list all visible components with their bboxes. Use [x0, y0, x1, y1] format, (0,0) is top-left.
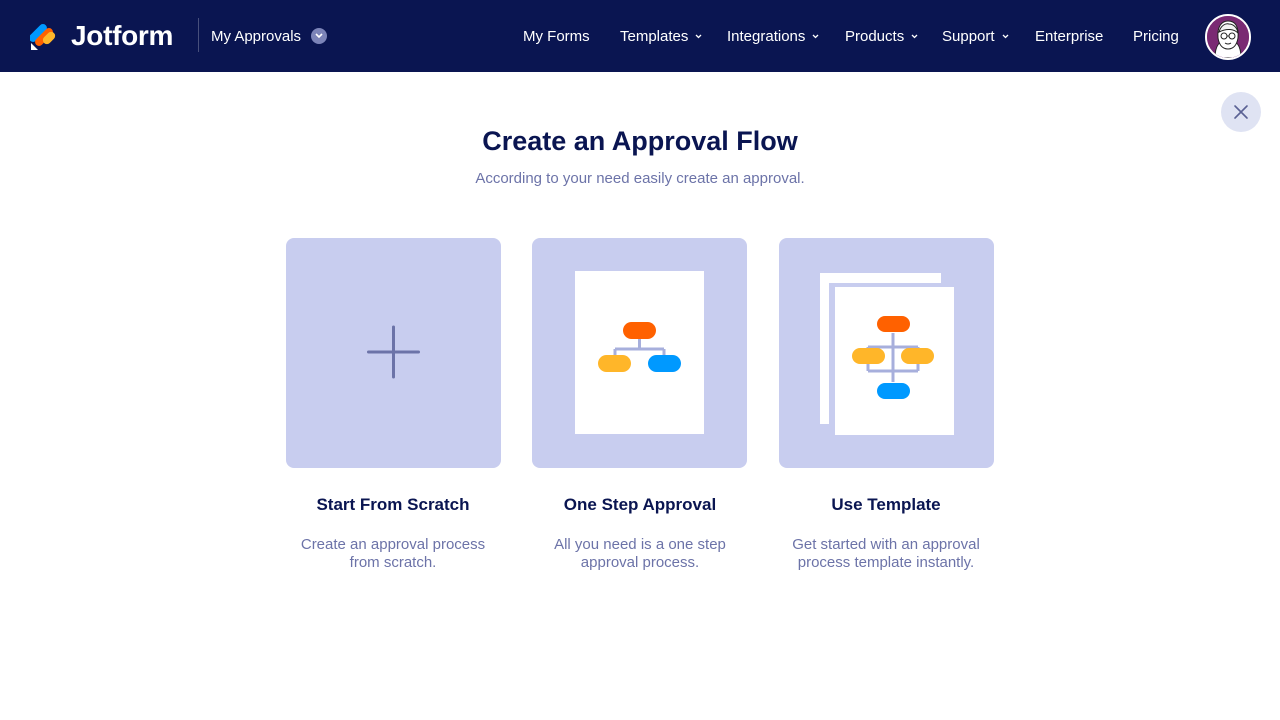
- nav-label: Support: [942, 27, 995, 45]
- nav-label: Enterprise: [1035, 27, 1104, 45]
- option-title: Start From Scratch: [316, 495, 470, 514]
- description-line: process template instantly.: [797, 554, 975, 571]
- header-divider: [198, 18, 199, 52]
- description-line: Get started with an approval: [792, 536, 980, 553]
- nav-products[interactable]: Products: [845, 26, 918, 46]
- option-title: One Step Approval: [563, 495, 717, 514]
- nav-pricing[interactable]: Pricing: [1133, 26, 1179, 46]
- option-description: Get started with an approval process tem…: [771, 536, 1001, 572]
- product-name: My Approvals: [211, 27, 302, 45]
- description-line: All you need is a one step: [554, 536, 726, 553]
- nav-label: My Forms: [523, 27, 590, 45]
- option-description: All you need is a one step approval proc…: [525, 536, 755, 572]
- page-subtitle: According to your need easily create an …: [475, 170, 805, 187]
- nav-label: Templates: [620, 27, 689, 45]
- close-icon: [1234, 105, 1248, 119]
- nav-my-forms[interactable]: My Forms: [523, 26, 590, 46]
- flowchart-icon: [598, 322, 681, 372]
- page-title: Create an Approval Flow: [482, 126, 798, 156]
- nav-support[interactable]: Support: [942, 26, 1009, 46]
- chevron-down-icon: [1002, 34, 1009, 38]
- nav-enterprise[interactable]: Enterprise: [1035, 26, 1103, 46]
- description-line: approval process.: [580, 554, 700, 571]
- front-document-illustration: [829, 283, 954, 435]
- brand-name: Jotform: [71, 20, 174, 51]
- plus-icon: [367, 325, 420, 379]
- top-navigation-bar: Jotform My Approvals My Forms Templates …: [0, 0, 1280, 72]
- chevron-down-icon: [695, 34, 702, 38]
- user-avatar[interactable]: [1205, 14, 1251, 60]
- avatar-illustration-icon: [1207, 16, 1249, 58]
- jotform-logo-icon: [30, 24, 56, 50]
- description-line: Create an approval process: [300, 536, 486, 553]
- jotform-logo[interactable]: Jotform: [30, 19, 173, 53]
- option-description: Create an approval process from scratch.: [278, 536, 508, 572]
- chevron-down-icon: [911, 34, 918, 38]
- nav-templates[interactable]: Templates: [620, 26, 702, 46]
- nav-label: Pricing: [1133, 27, 1179, 45]
- use-template-card[interactable]: [779, 238, 994, 468]
- description-line: from scratch.: [349, 554, 437, 571]
- start-from-scratch-card[interactable]: [286, 238, 501, 468]
- chevron-down-icon: [311, 28, 328, 44]
- nav-integrations[interactable]: Integrations: [727, 26, 819, 46]
- nav-label: Products: [845, 27, 905, 45]
- option-title: Use Template: [831, 495, 941, 514]
- chevron-down-icon: [812, 34, 819, 38]
- template-stack-icon: [852, 316, 934, 399]
- document-illustration: [575, 271, 704, 434]
- nav-label: Integrations: [727, 27, 806, 45]
- one-step-approval-card[interactable]: [532, 238, 747, 468]
- product-switcher[interactable]: My Approvals: [211, 25, 328, 47]
